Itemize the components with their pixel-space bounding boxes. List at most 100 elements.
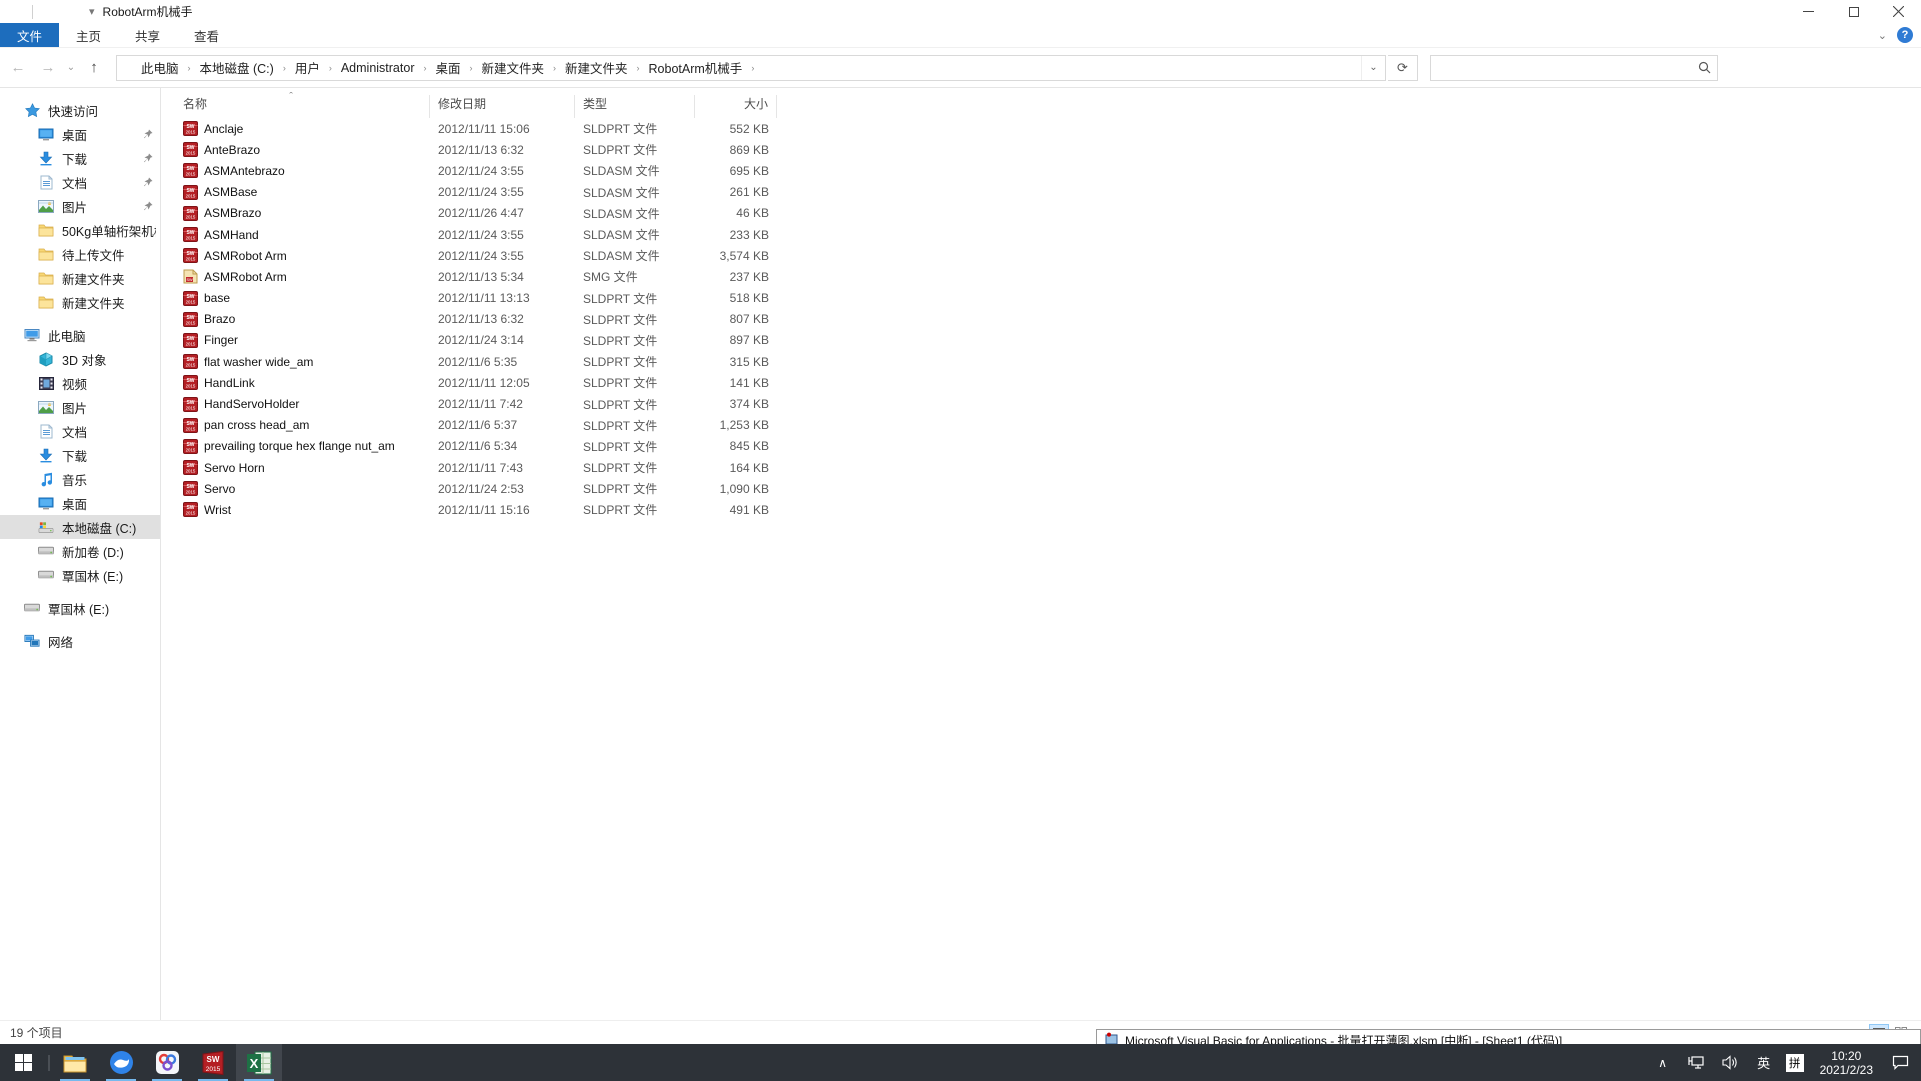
- file-row[interactable]: SW2015Anclaje2012/11/11 15:06SLDPRT 文件55…: [175, 118, 1921, 139]
- sidebar-item-label: 图片: [62, 197, 87, 216]
- file-row[interactable]: SW2015Brazo2012/11/13 6:32SLDPRT 文件807 K…: [175, 309, 1921, 330]
- ribbon-tab-主页[interactable]: 主页: [59, 23, 118, 47]
- vba-window-titlebar[interactable]: Microsoft Visual Basic for Applications …: [1096, 1029, 1921, 1044]
- file-row[interactable]: SW2015Servo Horn2012/11/11 7:43SLDPRT 文件…: [175, 457, 1921, 478]
- sidebar-item-网络[interactable]: 网络: [0, 629, 160, 653]
- sidebar-item-覃国林 (E:)[interactable]: 覃国林 (E:): [0, 563, 160, 587]
- file-row[interactable]: SW2015Servo2012/11/24 2:53SLDPRT 文件1,090…: [175, 478, 1921, 499]
- breadcrumb-item[interactable]: 用户: [287, 56, 328, 80]
- file-row[interactable]: SW2015base2012/11/11 13:13SLDPRT 文件518 K…: [175, 288, 1921, 309]
- sidebar-item-图片[interactable]: 图片: [0, 395, 160, 419]
- column-header-type[interactable]: 类型: [575, 95, 695, 118]
- file-row[interactable]: SWASMRobot Arm2012/11/13 5:34SMG 文件237 K…: [175, 266, 1921, 287]
- address-box[interactable]: 此电脑›本地磁盘 (C:)›用户›Administrator›桌面›新建文件夹›…: [116, 55, 1386, 81]
- expand-ribbon-icon[interactable]: ⌄: [1878, 29, 1887, 42]
- close-button[interactable]: [1876, 0, 1921, 23]
- breadcrumb-item[interactable]: Administrator: [333, 56, 423, 80]
- sidebar-item-下载[interactable]: 下载: [0, 443, 160, 467]
- system-drive-icon: [38, 519, 54, 535]
- volume-icon[interactable]: [1716, 1044, 1746, 1081]
- folder-icon[interactable]: [65, 3, 83, 21]
- up-button[interactable]: ↑: [80, 55, 108, 81]
- search-icon[interactable]: [1691, 61, 1717, 74]
- sidebar-item-50Kg单轴桁架机械[interactable]: 50Kg单轴桁架机械: [0, 218, 160, 242]
- sidebar-item-音乐[interactable]: 音乐: [0, 467, 160, 491]
- sidebar-item-新建文件夹[interactable]: 新建文件夹: [0, 266, 160, 290]
- start-button[interactable]: [0, 1044, 46, 1081]
- forward-button[interactable]: →: [34, 55, 62, 81]
- help-icon[interactable]: ?: [1897, 27, 1913, 43]
- clock[interactable]: 10:20 2021/2/23: [1812, 1049, 1881, 1077]
- ime-pinyin-icon[interactable]: 拼: [1786, 1054, 1804, 1072]
- file-row[interactable]: SW2015pan cross head_am2012/11/6 5:37SLD…: [175, 415, 1921, 436]
- maximize-button[interactable]: [1831, 0, 1876, 23]
- sidebar-item-桌面[interactable]: 桌面: [0, 491, 160, 515]
- column-header-name[interactable]: 名称: [175, 95, 430, 118]
- breadcrumb-item[interactable]: 新建文件夹: [474, 56, 553, 80]
- ribbon-tab-查看[interactable]: 查看: [177, 23, 236, 47]
- ribbon-tab-共享[interactable]: 共享: [118, 23, 177, 47]
- file-row[interactable]: SW2015Wrist2012/11/11 15:16SLDPRT 文件491 …: [175, 499, 1921, 520]
- back-button[interactable]: ←: [4, 55, 32, 81]
- file-row[interactable]: SW2015ASMAntebrazo2012/11/24 3:55SLDASM …: [175, 160, 1921, 181]
- sidebar-item-3D 对象[interactable]: 3D 对象: [0, 347, 160, 371]
- sidebar-item-待上传文件[interactable]: 待上传文件: [0, 242, 160, 266]
- refresh-icon[interactable]: ⟳: [1388, 55, 1418, 81]
- file-name: ASMHand: [204, 228, 259, 242]
- file-row[interactable]: SW2015HandServoHolder2012/11/11 7:42SLDP…: [175, 393, 1921, 414]
- taskbar-app-circles-app-icon[interactable]: [144, 1044, 190, 1081]
- file-size-cell: 164 KB: [695, 461, 777, 475]
- sidebar-item-label: 3D 对象: [62, 350, 106, 369]
- qat-dropdown-icon[interactable]: ▾: [89, 5, 95, 18]
- sidebar-item-快速访问[interactable]: 快速访问: [0, 98, 160, 122]
- breadcrumb-item[interactable]: RobotArm机械手: [641, 56, 751, 80]
- sidebar-item-此电脑[interactable]: 此电脑: [0, 323, 160, 347]
- breadcrumb-item[interactable]: 本地磁盘 (C:): [192, 56, 282, 80]
- sidebar-item-下载[interactable]: 下载: [0, 146, 160, 170]
- breadcrumb-item[interactable]: 桌面: [427, 56, 468, 80]
- column-header-size[interactable]: 大小: [695, 95, 777, 118]
- sidebar-item-视频[interactable]: 视频: [0, 371, 160, 395]
- sidebar-item-本地磁盘 (C:)[interactable]: 本地磁盘 (C:): [0, 515, 160, 539]
- system-tray: ∧ 英 拼 10:20 2021/2/23: [1648, 1044, 1921, 1081]
- taskbar-app-excel-icon[interactable]: X: [236, 1044, 282, 1081]
- recent-locations-icon[interactable]: ⌄: [64, 62, 78, 73]
- breadcrumb-separator-icon[interactable]: ›: [750, 63, 755, 73]
- breadcrumb-item[interactable]: 此电脑: [133, 56, 187, 80]
- file-row[interactable]: SW2015ASMBase2012/11/24 3:55SLDASM 文件261…: [175, 182, 1921, 203]
- file-row[interactable]: SW2015flat washer wide_am2012/11/6 5:35S…: [175, 351, 1921, 372]
- sidebar-item-文档[interactable]: 文档: [0, 170, 160, 194]
- file-name: Wrist: [204, 503, 231, 517]
- action-center-icon[interactable]: [1885, 1044, 1915, 1081]
- file-size-cell: 897 KB: [695, 333, 777, 347]
- language-indicator[interactable]: 英: [1750, 1053, 1778, 1072]
- file-row[interactable]: SW2015HandLink2012/11/11 12:05SLDPRT 文件1…: [175, 372, 1921, 393]
- sidebar-item-新加卷 (D:)[interactable]: 新加卷 (D:): [0, 539, 160, 563]
- column-header-date[interactable]: 修改日期: [430, 95, 575, 118]
- search-input[interactable]: [1431, 56, 1691, 80]
- taskbar-app-file-explorer-icon[interactable]: [52, 1044, 98, 1081]
- check-properties-icon[interactable]: [41, 3, 59, 21]
- taskbar-app-qq-browser-icon[interactable]: [98, 1044, 144, 1081]
- taskbar-app-solidworks-app-icon[interactable]: SW2015: [190, 1044, 236, 1081]
- sidebar-item-新建文件夹[interactable]: 新建文件夹: [0, 290, 160, 314]
- ribbon-tab-文件[interactable]: 文件: [0, 23, 59, 47]
- file-row[interactable]: SW2015ASMBrazo2012/11/26 4:47SLDASM 文件46…: [175, 203, 1921, 224]
- minimize-button[interactable]: [1786, 0, 1831, 23]
- sidebar-item-桌面[interactable]: 桌面: [0, 122, 160, 146]
- hidden-icons-chevron-icon[interactable]: ∧: [1648, 1044, 1678, 1081]
- file-type-cell: SLDPRT 文件: [575, 501, 695, 518]
- file-type-cell: SLDPRT 文件: [575, 480, 695, 497]
- file-name: AnteBrazo: [204, 143, 260, 157]
- file-row[interactable]: SW2015Finger2012/11/24 3:14SLDPRT 文件897 …: [175, 330, 1921, 351]
- network-icon[interactable]: [1682, 1044, 1712, 1081]
- breadcrumb-item[interactable]: 新建文件夹: [557, 56, 636, 80]
- address-dropdown-icon[interactable]: ⌄: [1361, 56, 1385, 80]
- sidebar-item-文档[interactable]: 文档: [0, 419, 160, 443]
- sidebar-item-覃国林 (E:)[interactable]: 覃国林 (E:): [0, 596, 160, 620]
- sidebar-item-图片[interactable]: 图片: [0, 194, 160, 218]
- file-row[interactable]: SW2015ASMRobot Arm2012/11/24 3:55SLDASM …: [175, 245, 1921, 266]
- file-row[interactable]: SW2015AnteBrazo2012/11/13 6:32SLDPRT 文件8…: [175, 139, 1921, 160]
- file-row[interactable]: SW2015prevailing torque hex flange nut_a…: [175, 436, 1921, 457]
- file-row[interactable]: SW2015ASMHand2012/11/24 3:55SLDASM 文件233…: [175, 224, 1921, 245]
